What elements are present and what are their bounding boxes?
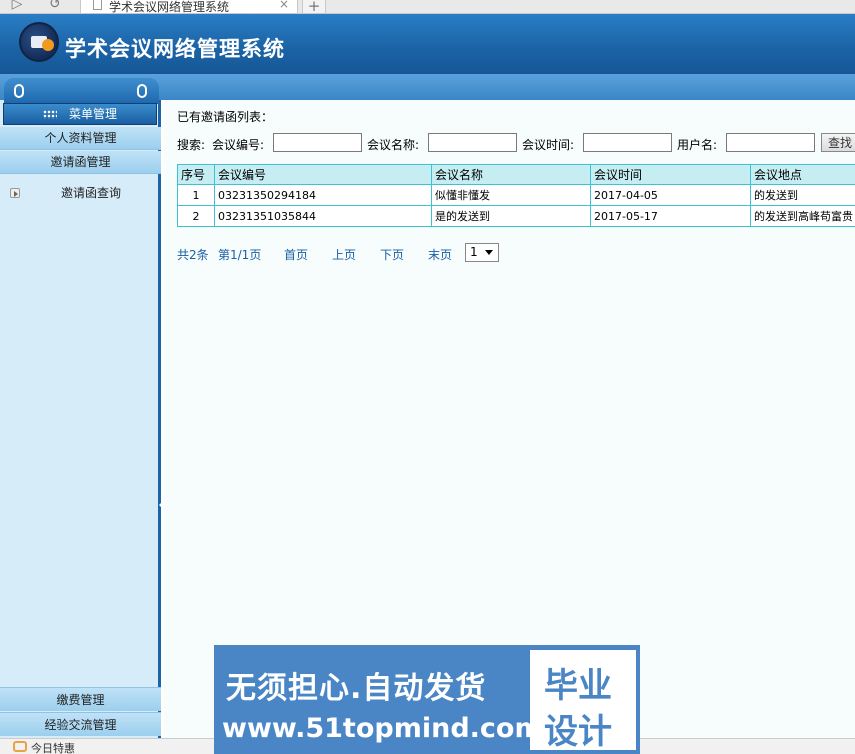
table-cell: 03231351035844 bbox=[214, 205, 432, 227]
table-cell: 的发送到高峰苟富贵 bbox=[750, 205, 855, 227]
meeting-name-input[interactable] bbox=[428, 133, 517, 152]
total-count: 共2条 bbox=[177, 248, 209, 262]
watermark-badge-line1: 毕业 bbox=[544, 666, 612, 706]
sidebar-item-profile[interactable]: 个人资料管理 bbox=[0, 127, 161, 150]
sidebar-item-invitations[interactable]: 邀请函管理 bbox=[0, 151, 161, 174]
gift-icon bbox=[13, 741, 27, 752]
next-page-link[interactable]: 下页 bbox=[380, 246, 404, 263]
table-cell: 似懂非懂发 bbox=[431, 184, 591, 206]
page-info: 第1/1页 bbox=[218, 248, 262, 262]
sidebar-subitem-label: 邀请函查询 bbox=[61, 186, 122, 200]
table-row[interactable]: 2 03231351035844 是的发送到 2017-05-17 的发送到高峰… bbox=[177, 205, 855, 227]
table-cell: 2017-04-05 bbox=[590, 184, 751, 206]
meeting-id-input[interactable] bbox=[273, 133, 362, 152]
browser-tab-bar: ▷ ↺ 学术会议网络管理系统 × + bbox=[0, 0, 855, 14]
sidebar-subitem-invitation-query[interactable]: 邀请函查询 bbox=[10, 183, 150, 203]
username-input[interactable] bbox=[726, 133, 815, 152]
page-select[interactable]: 1 bbox=[465, 243, 499, 262]
menu-header-label: 菜单管理 bbox=[68, 107, 117, 121]
table-header-row: 序号 会议编号 会议名称 会议时间 会议地点 bbox=[177, 164, 855, 185]
watermark-badge: 毕业 设计 bbox=[530, 650, 636, 752]
username-label: 用户名: bbox=[677, 138, 718, 152]
last-page-link[interactable]: 末页 bbox=[428, 246, 452, 263]
sidebar-item-experience[interactable]: 经验交流管理 bbox=[0, 712, 161, 736]
table-cell: 2 bbox=[177, 205, 215, 227]
invitation-table: 序号 会议编号 会议名称 会议时间 会议地点 1 03231350294184 … bbox=[177, 164, 855, 227]
meeting-time-input[interactable] bbox=[583, 133, 672, 152]
first-page-link[interactable]: 首页 bbox=[284, 246, 308, 263]
column-header: 会议编号 bbox=[214, 164, 432, 185]
search-label: 搜索: bbox=[177, 138, 206, 152]
browser-tab-title: 学术会议网络管理系统 bbox=[109, 0, 230, 14]
reload-icon[interactable]: ↺ bbox=[38, 0, 72, 14]
meeting-time-label: 会议时间: bbox=[522, 138, 575, 152]
back-icon[interactable]: ▷ bbox=[0, 0, 34, 14]
close-icon[interactable]: × bbox=[279, 0, 289, 11]
table-cell: 2017-05-17 bbox=[590, 205, 751, 227]
logo-icon bbox=[19, 22, 59, 62]
table-cell: 1 bbox=[177, 184, 215, 206]
list-title: 已有邀请函列表： bbox=[177, 110, 274, 124]
search-bar: 搜索: 会议编号: 会议名称: 会议时间: 用户名: 查找 bbox=[177, 133, 855, 153]
table-cell: 是的发送到 bbox=[431, 205, 591, 227]
column-header: 会议地点 bbox=[750, 164, 855, 185]
table-cell: 的发送到 bbox=[750, 184, 855, 206]
new-tab-button[interactable]: + bbox=[302, 0, 326, 14]
status-text[interactable]: 今日特惠 bbox=[31, 740, 75, 754]
table-row[interactable]: 1 03231350294184 似懂非懂发 2017-04-05 的发送到 bbox=[177, 184, 855, 206]
sidebar: 菜单管理 个人资料管理 邀请函管理 邀请函查询 缴费管理 经验交流管理 bbox=[0, 78, 164, 754]
meeting-name-label: 会议名称: bbox=[367, 138, 420, 152]
menu-header[interactable]: 菜单管理 bbox=[3, 103, 157, 125]
watermark-line2: www.51topmind.com bbox=[222, 713, 543, 744]
prev-page-link[interactable]: 上页 bbox=[332, 246, 356, 263]
column-header: 会议名称 bbox=[431, 164, 591, 185]
ring-icon bbox=[137, 84, 147, 98]
watermark-badge-line2: 设计 bbox=[544, 712, 612, 752]
column-header: 序号 bbox=[177, 164, 215, 185]
play-icon bbox=[10, 188, 20, 198]
main-content: 已有邀请函列表： 搜索: 会议编号: 会议名称: 会议时间: 用户名: 查找 序… bbox=[164, 100, 855, 740]
column-header: 会议时间 bbox=[590, 164, 751, 185]
sidebar-tab bbox=[4, 78, 159, 104]
browser-tab[interactable]: 学术会议网络管理系统 × bbox=[80, 0, 298, 14]
watermark-line1: 无须担心.自动发货 bbox=[226, 671, 487, 706]
grid-icon bbox=[42, 110, 57, 119]
app-title: 学术会议网络管理系统 bbox=[65, 36, 285, 61]
meeting-id-label: 会议编号: bbox=[212, 138, 265, 152]
document-icon bbox=[93, 0, 102, 10]
sidebar-item-payments[interactable]: 缴费管理 bbox=[0, 687, 161, 711]
table-cell: 03231350294184 bbox=[214, 184, 432, 206]
watermark-banner: 无须担心.自动发货 www.51topmind.com 毕业 设计 bbox=[214, 645, 640, 754]
watermark-text-block: 无须担心.自动发货 www.51topmind.com bbox=[214, 645, 543, 754]
search-button[interactable]: 查找 bbox=[821, 133, 855, 152]
app-header: 学术会议网络管理系统 bbox=[0, 14, 855, 74]
ring-icon bbox=[14, 84, 24, 98]
